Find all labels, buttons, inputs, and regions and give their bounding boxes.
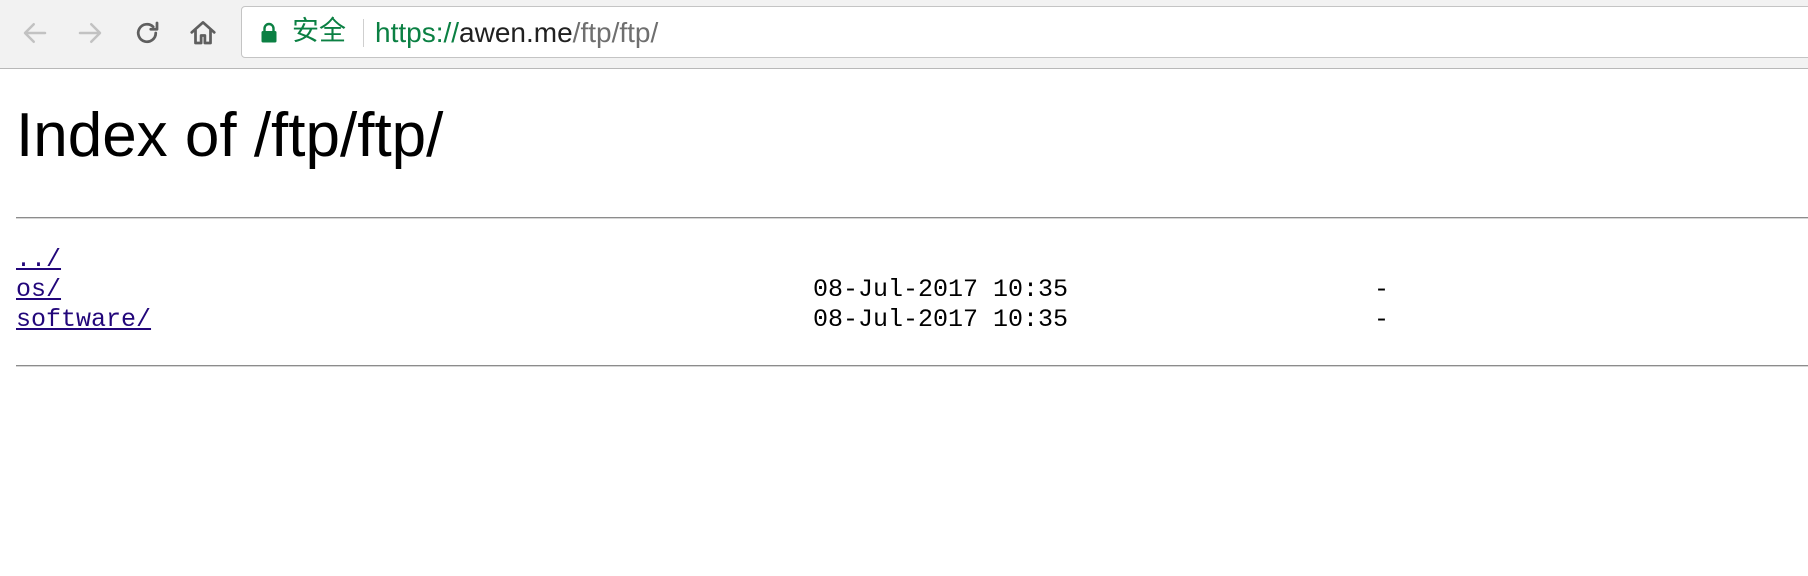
url-text[interactable]: https://awen.me/ftp/ftp/	[375, 18, 658, 48]
reload-icon	[136, 21, 159, 44]
top-divider	[16, 217, 1808, 219]
url-scheme: https://	[375, 17, 460, 48]
reload-button[interactable]	[127, 13, 167, 53]
entry-size: -	[1374, 305, 1390, 334]
address-bar[interactable]: 安全 https://awen.me/ftp/ftp/	[241, 6, 1808, 58]
browser-toolbar: 安全 https://awen.me/ftp/ftp/	[0, 0, 1808, 69]
directory-listing: ../ os/ 08-Jul-2017 10:35 - software/ 08…	[16, 245, 1808, 335]
security-label[interactable]: 安全	[292, 17, 346, 47]
omnibox-divider	[363, 19, 364, 47]
entry-size: -	[1374, 275, 1390, 304]
list-item: software/ 08-Jul-2017 10:35 -	[16, 305, 1808, 335]
entry-link-software[interactable]: software/	[16, 305, 151, 335]
entry-link-parent[interactable]: ../	[16, 245, 61, 275]
entry-link-os[interactable]: os/	[16, 275, 61, 305]
home-button[interactable]	[183, 13, 223, 53]
back-button[interactable]	[15, 13, 55, 53]
url-host: awen.me	[459, 17, 573, 48]
entry-date: 08-Jul-2017 10:35	[813, 305, 1069, 334]
page-title: Index of /ftp/ftp/	[16, 101, 444, 170]
lock-icon	[261, 22, 277, 43]
bottom-divider	[16, 365, 1808, 367]
url-path: /ftp/ftp/	[572, 17, 659, 48]
forward-button[interactable]	[70, 13, 110, 53]
list-item: ../	[16, 245, 1808, 275]
entry-date: 08-Jul-2017 10:35	[813, 275, 1069, 304]
home-icon	[190, 21, 216, 45]
arrow-left-icon	[23, 23, 47, 43]
list-item: os/ 08-Jul-2017 10:35 -	[16, 275, 1808, 305]
arrow-right-icon	[78, 23, 102, 43]
